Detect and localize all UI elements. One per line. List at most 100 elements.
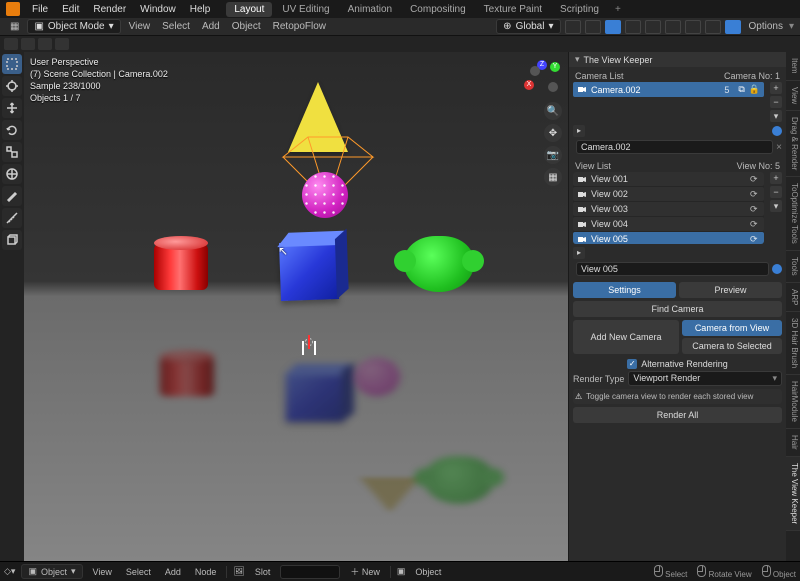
menu-window[interactable]: Window (134, 2, 182, 17)
camera-name-input[interactable] (576, 140, 773, 154)
options-dropdown[interactable]: Options (749, 21, 783, 32)
header-add[interactable]: Add (198, 21, 224, 32)
settings-button[interactable]: Settings (573, 282, 676, 298)
menu-help[interactable]: Help (184, 2, 217, 17)
bottom-view[interactable]: View (89, 567, 116, 577)
editor-type-icon[interactable]: ◇▾ (4, 566, 15, 577)
n-tab-arp[interactable]: ARP (786, 283, 800, 312)
mode-dropdown[interactable]: ▣ Object Mode ▾ (27, 19, 120, 34)
bottom-add[interactable]: Add (161, 567, 185, 577)
xray-button[interactable] (645, 20, 661, 34)
refresh-icon[interactable]: ⟳ (750, 174, 760, 184)
shading-rendered-button[interactable] (725, 20, 741, 34)
panel-header[interactable]: ▾ The View Keeper (569, 52, 786, 67)
add-cube-tool[interactable] (2, 230, 22, 250)
camera-list-item[interactable]: Camera.002 5 ⧉ 🔒 (573, 82, 764, 97)
orientation-dropdown[interactable]: ⊕ Global ▾ (496, 19, 560, 34)
new-button[interactable]: ＋ New (346, 565, 384, 578)
lock-icon[interactable]: 🔒 (749, 84, 760, 95)
clear-icon[interactable]: × (776, 142, 782, 153)
refresh-icon[interactable]: ⟳ (750, 204, 760, 214)
slot-input[interactable] (280, 565, 340, 579)
scale-tool[interactable] (2, 142, 22, 162)
bottom-node[interactable]: Node (191, 567, 221, 577)
annotate-tool[interactable] (2, 186, 22, 206)
tool-settings-item[interactable] (21, 38, 35, 50)
tab-layout[interactable]: Layout (226, 2, 272, 17)
move-tool[interactable] (2, 98, 22, 118)
preview-button[interactable]: Preview (679, 282, 782, 298)
camera-from-view-button[interactable]: Camera from View (682, 320, 782, 336)
shading-material-button[interactable] (705, 20, 721, 34)
camera-gizmo-icon[interactable]: 📷 (544, 146, 562, 164)
object-icon[interactable]: ▣ (397, 566, 406, 577)
tab-compositing[interactable]: Compositing (402, 2, 474, 17)
object-cylinder[interactable] (154, 242, 208, 290)
refresh-icon[interactable]: ⟳ (750, 219, 760, 229)
view-list-item[interactable]: View 003⟳ (573, 202, 764, 216)
n-tab-view[interactable]: View (786, 81, 800, 111)
refresh-icon[interactable]: ⟳ (750, 234, 760, 244)
tool-settings-item[interactable] (55, 38, 69, 50)
select-box-tool[interactable] (2, 54, 22, 74)
zoom-gizmo-icon[interactable]: 🔍 (544, 102, 562, 120)
add-camera-list-button[interactable]: + (770, 82, 782, 94)
refresh-icon[interactable]: ⟳ (750, 189, 760, 199)
gizmo-visibility-button[interactable] (605, 20, 621, 34)
camera-list-menu-button[interactable]: ▾ (770, 110, 782, 122)
n-tab-drag-render[interactable]: Drag & Render (786, 111, 800, 177)
view-list-item[interactable]: View 001⟳ (573, 172, 764, 186)
view-name-input[interactable] (576, 262, 769, 276)
n-tab-tools[interactable]: Tools (786, 251, 800, 283)
overlay-button[interactable] (625, 20, 641, 34)
camera-to-selected-button[interactable]: Camera to Selected (682, 338, 782, 354)
pan-gizmo-icon[interactable]: ✥ (544, 124, 562, 142)
view-list-item[interactable]: View 004⟳ (573, 217, 764, 231)
shading-solid-button[interactable] (685, 20, 701, 34)
rotate-tool[interactable] (2, 120, 22, 140)
measure-tool[interactable] (2, 208, 22, 228)
object-sphere[interactable] (302, 172, 348, 218)
view-list-item[interactable]: View 005⟳ (573, 232, 764, 244)
add-workspace-button[interactable]: + (609, 2, 627, 17)
3d-viewport[interactable]: User Perspective (7) Scene Collection | … (24, 52, 568, 561)
object-monkey[interactable] (404, 236, 474, 292)
menu-edit[interactable]: Edit (56, 2, 85, 17)
record-indicator-icon[interactable] (772, 126, 782, 136)
remove-camera-list-button[interactable]: − (770, 96, 782, 108)
play-button[interactable]: ▸ (573, 125, 585, 137)
shading-wireframe-button[interactable] (665, 20, 681, 34)
perspective-gizmo-icon[interactable]: ▦ (544, 168, 562, 186)
bottom-select[interactable]: Select (122, 567, 155, 577)
render-type-dropdown[interactable]: Viewport Render ▾ (628, 371, 782, 386)
tab-animation[interactable]: Animation (340, 2, 400, 17)
tab-texture-paint[interactable]: Texture Paint (476, 2, 550, 17)
play-button[interactable]: ▸ (573, 247, 585, 259)
image-icon[interactable]: 🖼 (233, 566, 244, 577)
tab-scripting[interactable]: Scripting (552, 2, 607, 17)
menu-render[interactable]: Render (87, 2, 132, 17)
proportional-button[interactable] (585, 20, 601, 34)
add-view-button[interactable]: + (770, 172, 782, 184)
transform-tool[interactable] (2, 164, 22, 184)
tool-settings-item[interactable] (4, 38, 18, 50)
header-retopoflow[interactable]: RetopoFlow (269, 21, 330, 32)
find-camera-button[interactable]: Find Camera (573, 301, 782, 317)
render-all-button[interactable]: Render All (573, 407, 782, 423)
add-new-camera-button[interactable]: Add New Camera (573, 320, 679, 354)
bottom-mode-dropdown[interactable]: ▣ Object ▾ (21, 564, 82, 579)
view-list-menu-button[interactable]: ▾ (770, 200, 782, 212)
alt-render-checkbox[interactable]: ✓ (627, 359, 637, 369)
tab-uv-editing[interactable]: UV Editing (274, 2, 337, 17)
editor-type-icon[interactable]: ▦ (6, 21, 23, 32)
n-tab-3d-hair-brush[interactable]: 3D Hair Brush (786, 312, 800, 375)
n-tab-view-keeper[interactable]: The View Keeper (786, 457, 800, 531)
n-tab-hairmodule[interactable]: HairModule (786, 375, 800, 429)
cursor-tool[interactable] (2, 76, 22, 96)
header-object[interactable]: Object (228, 21, 265, 32)
n-tab-item[interactable]: Item (786, 52, 800, 81)
view-list-item[interactable]: View 002⟳ (573, 187, 764, 201)
n-tab-tooptimize[interactable]: ToOptimize Tools (786, 177, 800, 251)
header-select[interactable]: Select (158, 21, 194, 32)
n-tab-hair[interactable]: Hair (786, 429, 800, 457)
